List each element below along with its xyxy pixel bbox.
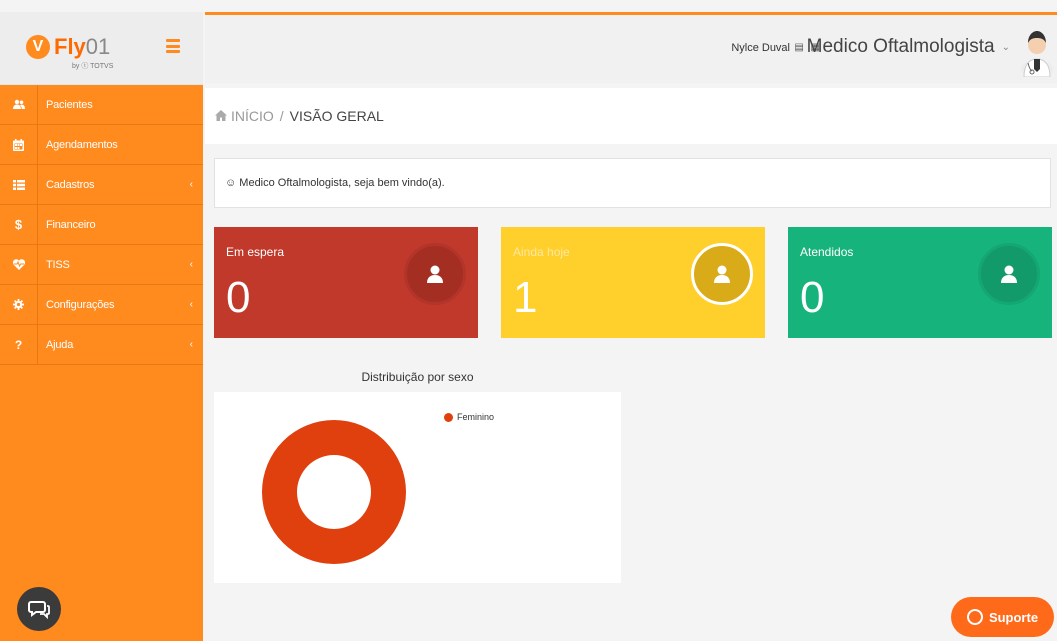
chat-button[interactable] [17,587,61,631]
dollar-icon: $ [0,205,38,244]
gender-chart: Feminino [214,392,621,583]
stat-card-title: Em espera [226,245,285,259]
top-header: Nylce Duval ▤ ▦ Medico Oftalmologista ⌄ [205,15,1057,83]
sidebar-item-label: Configurações [46,298,115,311]
sidebar-menu: Pacientes Agendamentos Cadastros ‹ $ Fin… [0,85,203,365]
chevron-left-icon: ‹ [189,339,193,350]
support-label: Suporte [988,609,1039,625]
list-icon [0,165,38,204]
gear-icon [0,285,38,324]
stat-card-value: 0 [800,273,825,322]
page-title: VISÃO GERAL [289,108,384,124]
question-icon: ? [0,325,38,364]
logo-area: V Fly01 by ⓣ TOTVS [0,12,203,85]
chart-legend[interactable]: Feminino [444,412,494,422]
pie-slice-feminino[interactable] [262,420,406,564]
donut-chart [262,420,406,564]
chevron-left-icon: ‹ [189,259,193,270]
sidebar-item-pacientes[interactable]: Pacientes [0,85,203,125]
sidebar-item-label: Financeiro [46,218,96,231]
brand-logo[interactable]: V Fly01 [26,34,110,60]
calendar-icon [0,125,38,164]
sidebar-item-label: Cadastros [46,178,95,191]
support-button[interactable]: Suporte [951,597,1054,637]
menu-toggle-icon[interactable] [166,39,180,53]
breadcrumb-home-link[interactable]: INÍCIO [231,108,274,124]
home-icon[interactable] [215,108,227,124]
welcome-message: ☺ Medico Oftalmologista, seja bem vindo(… [214,158,1051,208]
chat-icon [28,601,50,619]
chat-bubble-icon [966,609,983,625]
chevron-left-icon: ‹ [189,299,193,310]
sidebar: V Fly01 by ⓣ TOTVS Pacientes Agendamento… [0,12,203,641]
sidebar-item-cadastros[interactable]: Cadastros ‹ [0,165,203,205]
stat-card-value: 1 [513,273,538,322]
stat-card-atendidos[interactable]: Atendidos 0 [788,227,1052,338]
stat-card-em-espera[interactable]: Em espera 0 [214,227,478,338]
sidebar-item-ajuda[interactable]: ? Ajuda ‹ [0,325,203,365]
users-icon [0,85,38,124]
brand-name: Fly01 [54,34,111,59]
user-name[interactable]: Nylce Duval [731,42,790,54]
breadcrumb-separator: / [279,108,284,124]
avatar[interactable] [1020,23,1054,77]
sidebar-item-label: TISS [46,258,70,271]
stat-card-title: Ainda hoje [513,245,570,259]
user-icon [978,243,1040,305]
top-border [0,0,1057,15]
brand-mark-icon: V [26,35,50,59]
role-dropdown[interactable]: Medico Oftalmologista ⌄ [807,36,1010,58]
stat-card-title: Atendidos [800,245,854,259]
sidebar-item-label: Agendamentos [46,138,118,151]
brand-subtitle: by ⓣ TOTVS [72,63,114,70]
breadcrumb: INÍCIO / VISÃO GERAL [205,88,1057,144]
sidebar-item-label: Pacientes [46,98,93,111]
chevron-left-icon: ‹ [189,179,193,190]
chart-title: Distribuição por sexo [361,370,474,384]
stat-card-ainda-hoje[interactable]: Ainda hoje 1 [501,227,765,338]
legend-swatch [444,412,453,422]
user-icon [404,243,466,305]
user-icon [691,243,753,305]
heartbeat-icon [0,245,38,284]
role-label: Medico Oftalmologista [806,36,995,57]
sidebar-item-label: Ajuda [46,338,74,351]
chevron-down-icon: ⌄ [1001,41,1010,53]
sidebar-item-configuracoes[interactable]: Configurações ‹ [0,285,203,325]
stat-card-value: 0 [226,273,251,322]
sidebar-item-agendamentos[interactable]: Agendamentos [0,125,203,165]
legend-label: Feminino [457,412,495,422]
sidebar-item-tiss[interactable]: TISS ‹ [0,245,203,285]
sidebar-item-financeiro[interactable]: $ Financeiro [0,205,203,245]
